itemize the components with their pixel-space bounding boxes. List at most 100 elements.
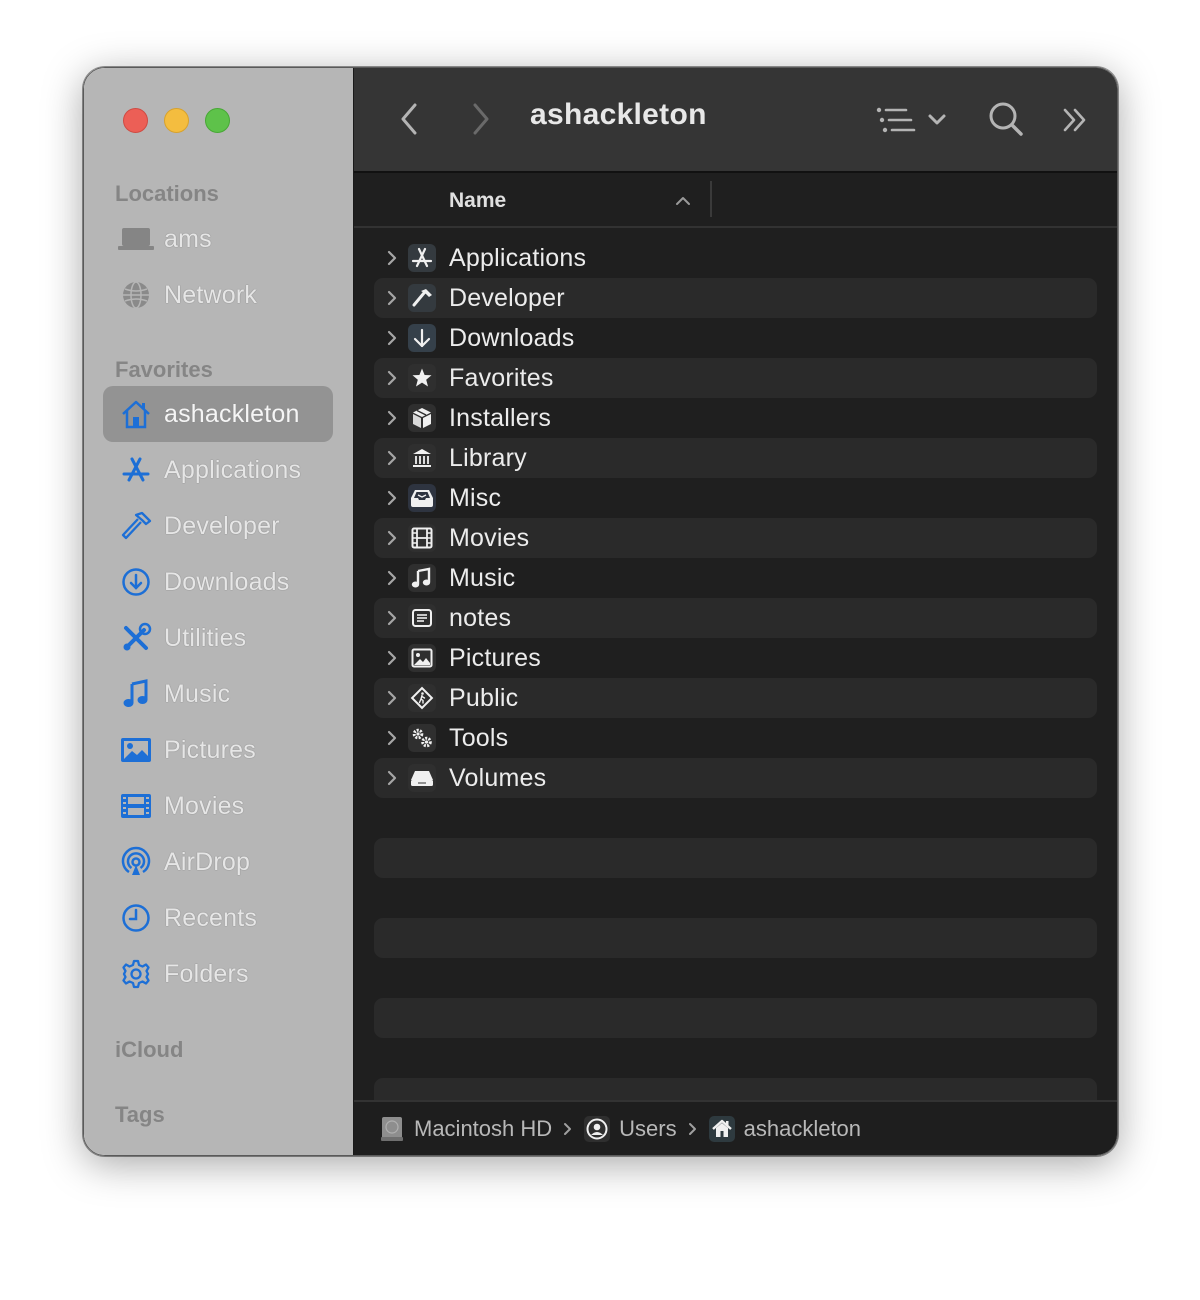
- list-item[interactable]: Favorites: [374, 358, 1097, 398]
- hammer-icon: [408, 284, 436, 312]
- file-name: Library: [449, 443, 527, 472]
- disclosure-chevron-icon[interactable]: [374, 689, 408, 707]
- sidebar-item-network[interactable]: Network: [103, 267, 333, 323]
- list-item[interactable]: Installers: [374, 398, 1097, 438]
- close-button[interactable]: [123, 108, 148, 133]
- path-item-label: Macintosh HD: [414, 1115, 553, 1141]
- home-icon: [708, 1115, 735, 1142]
- file-name: Pictures: [449, 643, 541, 672]
- disclosure-chevron-icon[interactable]: [374, 769, 408, 787]
- sidebar-item-label: ashackleton: [164, 399, 300, 428]
- window-title: ashackleton: [530, 98, 707, 131]
- sidebar-item-label: AirDrop: [164, 847, 251, 876]
- section-icloud[interactable]: iCloud: [115, 1037, 183, 1063]
- disclosure-chevron-icon[interactable]: [374, 489, 408, 507]
- disclosure-chevron-icon[interactable]: [374, 369, 408, 387]
- path-bar: Macintosh HD Users ashackleton: [354, 1100, 1117, 1155]
- section-locations: Locations: [115, 181, 219, 206]
- column-name-header[interactable]: Name: [449, 189, 506, 213]
- sidebar-item-recents[interactable]: Recents: [103, 890, 333, 946]
- home-icon: [116, 397, 156, 431]
- disclosure-chevron-icon[interactable]: [374, 289, 408, 307]
- column-divider[interactable]: [710, 181, 712, 217]
- arrow-down-icon: [408, 324, 436, 352]
- chevron-right-icon: [688, 1122, 698, 1136]
- search-button[interactable]: [986, 98, 1026, 140]
- gears-icon: [408, 724, 436, 752]
- double-chevron-right-icon: [1063, 108, 1086, 132]
- list-item[interactable]: Downloads: [374, 318, 1097, 358]
- list-item[interactable]: Volumes: [374, 758, 1097, 798]
- music-note-icon: [116, 677, 156, 711]
- forward-button[interactable]: [466, 100, 496, 138]
- sidebar-item-folders[interactable]: Folders: [103, 946, 333, 1002]
- sidebar-item-airdrop[interactable]: AirDrop: [103, 834, 333, 890]
- search-icon: [989, 102, 1023, 136]
- disclosure-chevron-icon[interactable]: [374, 609, 408, 627]
- sidebar-item-pictures[interactable]: Pictures: [103, 722, 333, 778]
- list-item[interactable]: Pictures: [374, 638, 1097, 678]
- airdrop-icon: [116, 845, 156, 879]
- disclosure-chevron-icon[interactable]: [374, 729, 408, 747]
- disclosure-chevron-icon[interactable]: [374, 249, 408, 267]
- file-name: Downloads: [449, 323, 575, 352]
- file-name: notes: [449, 603, 512, 632]
- sidebar-item-label: ams: [164, 224, 212, 253]
- list-item[interactable]: Misc: [374, 478, 1097, 518]
- sidebar-item-ashackleton[interactable]: ashackleton: [103, 386, 333, 442]
- toolbar: ashackleton: [354, 68, 1117, 173]
- disclosure-chevron-icon[interactable]: [374, 529, 408, 547]
- list-item[interactable]: notes: [374, 598, 1097, 638]
- path-item-macintosh-hd[interactable]: Macintosh HD: [379, 1116, 552, 1142]
- disclosure-chevron-icon[interactable]: [374, 449, 408, 467]
- view-options-button[interactable]: [866, 100, 954, 140]
- film-icon: [408, 524, 436, 552]
- bank-icon: [408, 444, 436, 472]
- list-item[interactable]: Public: [374, 678, 1097, 718]
- minimize-button[interactable]: [164, 108, 189, 133]
- list-item[interactable]: Developer: [374, 278, 1097, 318]
- list-item[interactable]: Movies: [374, 518, 1097, 558]
- disclosure-chevron-icon[interactable]: [374, 329, 408, 347]
- list-item[interactable]: Music: [374, 558, 1097, 598]
- back-button[interactable]: [394, 100, 424, 138]
- file-name: Volumes: [449, 763, 547, 792]
- path-item-label: ashackleton: [743, 1115, 862, 1141]
- sidebar-item-downloads[interactable]: Downloads: [103, 554, 333, 610]
- list-item[interactable]: Applications: [374, 238, 1097, 278]
- empty-row: [374, 878, 1097, 918]
- toolbar-overflow-button[interactable]: [1059, 102, 1093, 138]
- sidebar-item-ams[interactable]: ams: [103, 211, 333, 267]
- path-item-users[interactable]: Users: [584, 1115, 677, 1142]
- path-item-ashackleton[interactable]: ashackleton: [708, 1115, 862, 1142]
- gear-icon: [116, 957, 156, 991]
- sidebar-item-label: Downloads: [164, 567, 290, 596]
- file-name: Misc: [449, 483, 502, 512]
- chevron-down-icon: [928, 114, 946, 125]
- empty-row: [374, 1038, 1097, 1078]
- music-note-icon: [408, 564, 436, 592]
- section-tags[interactable]: Tags: [115, 1102, 165, 1128]
- app-store-icon: [116, 453, 156, 487]
- section-favorites: Favorites: [115, 357, 213, 382]
- sidebar-item-utilities[interactable]: Utilities: [103, 610, 333, 666]
- list-item[interactable]: Tools: [374, 718, 1097, 758]
- disclosure-chevron-icon[interactable]: [374, 649, 408, 667]
- empty-row: [374, 838, 1097, 878]
- file-name: Applications: [449, 243, 587, 272]
- sidebar-item-music[interactable]: Music: [103, 666, 333, 722]
- disclosure-chevron-icon[interactable]: [374, 409, 408, 427]
- sidebar-item-movies[interactable]: Movies: [103, 778, 333, 834]
- globe-icon: [116, 278, 156, 312]
- zoom-button[interactable]: [205, 108, 230, 133]
- package-icon: [408, 404, 436, 432]
- sort-ascending-icon[interactable]: [675, 193, 691, 211]
- sidebar-item-applications[interactable]: Applications: [103, 442, 333, 498]
- list-view-icon: [876, 107, 916, 133]
- chevron-right-icon: [563, 1122, 573, 1136]
- sidebar-item-developer[interactable]: Developer: [103, 498, 333, 554]
- list-item[interactable]: Library: [374, 438, 1097, 478]
- disclosure-chevron-icon[interactable]: [374, 569, 408, 587]
- laptop-icon: [116, 222, 156, 256]
- file-name: Music: [449, 563, 516, 592]
